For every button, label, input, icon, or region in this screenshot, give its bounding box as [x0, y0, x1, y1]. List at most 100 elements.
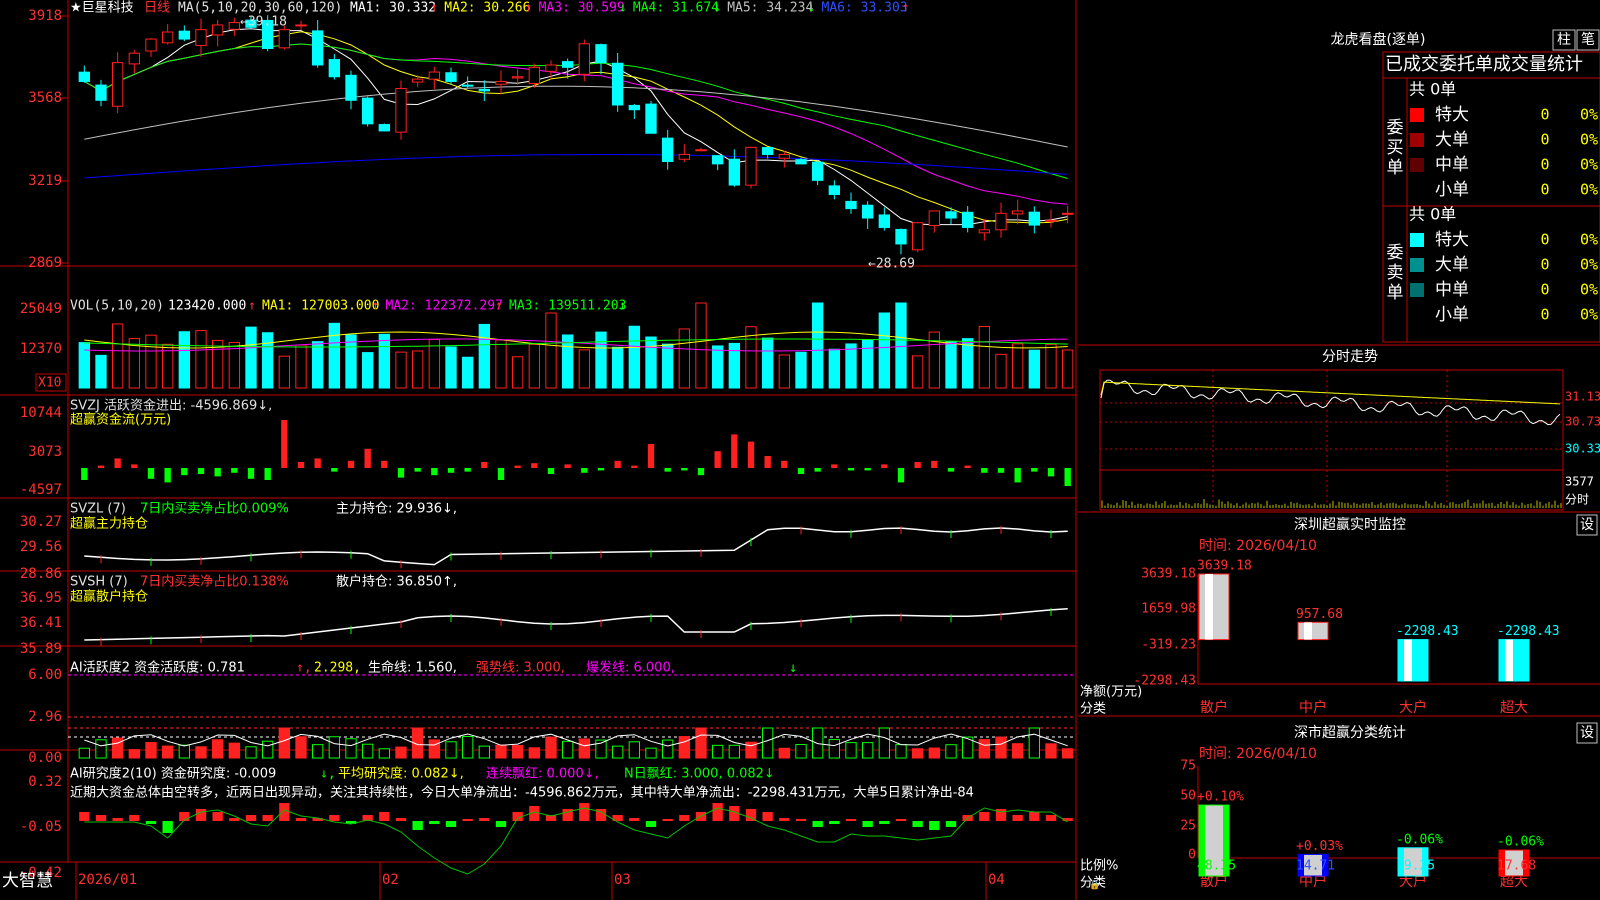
ma-line-4 — [84, 43, 1068, 179]
sell-row-pct: 0% — [1580, 281, 1598, 299]
classify-change-label: +0.10% — [1197, 790, 1244, 805]
active-bar — [828, 739, 841, 759]
vol-ma-arrow: ↓ — [619, 299, 627, 314]
flow-bar — [631, 465, 638, 468]
sell-row-pct: 0% — [1580, 306, 1598, 324]
candle — [362, 97, 374, 125]
monitor-bar[interactable] — [1297, 621, 1329, 641]
panel-settings-button[interactable]: 设 — [1580, 725, 1594, 741]
ma-header: MA(5,10,20,30,60,120) — [178, 1, 342, 16]
volume-bar — [945, 341, 957, 389]
sell-swatch-2 — [1410, 258, 1424, 272]
buy-total: 共 0单 — [1409, 80, 1456, 99]
research-bar — [79, 812, 90, 821]
active-bar — [128, 749, 141, 759]
volume-bar — [378, 333, 390, 389]
sell-row-count: 0 — [1540, 231, 1549, 249]
aiact-life: 生命线: 1.560, — [368, 660, 457, 676]
flow-bar — [97, 465, 105, 468]
aiact-ytick: 2.96 — [28, 709, 62, 725]
svzl-ytick: 28.86 — [20, 566, 62, 582]
volume-bar — [478, 323, 490, 389]
flow-bar — [314, 458, 321, 468]
svzj-header: SVZJ 活跃资金进出: -4596.869↓, — [70, 398, 272, 414]
volume-bar — [595, 331, 607, 389]
ai-active-chart[interactable]: 6.00 2.96 0.00 AI活跃度2 资金活跃度: 0.781 ↑, 2.298, 生… — [28, 660, 1076, 767]
candle — [562, 61, 574, 68]
candle — [1028, 211, 1040, 226]
ai-research-chart[interactable]: 0.32-0.05-0.42AI研究度2(10) 资金研究度: -0.009 ↓,… — [20, 766, 1073, 882]
aires-ytick: 0.32 — [28, 774, 62, 790]
volume-bar — [445, 346, 457, 389]
buy-row-pct: 0% — [1580, 156, 1598, 174]
active-bar — [445, 741, 457, 759]
svzl-title: SVZL (7) — [70, 502, 126, 517]
research-bar — [762, 812, 773, 821]
btn-column[interactable]: 柱 — [1557, 32, 1571, 48]
classify-change-label: +0.03% — [1296, 839, 1343, 854]
svsh-chart[interactable]: 36.95 36.41 35.89 SVSH (7) 7日内买卖净占比0.138% 散户… — [20, 574, 1068, 658]
sell-swatch-3 — [1410, 283, 1424, 297]
sell-row-count: 0 — [1540, 306, 1549, 324]
volume-bar — [145, 334, 157, 389]
candle — [1045, 219, 1057, 222]
flow-bar — [731, 434, 738, 468]
kline-chart[interactable]: 3918 3568 3219 2869 ←39.18 ←28.69 ★巨星科技 日线 MA(5,… — [28, 1, 1074, 272]
svzj-ytick: 3073 — [28, 444, 62, 460]
panel-ytick: 3639.18 — [1141, 567, 1196, 582]
ma-arrow: ↑ — [902, 1, 910, 16]
candle — [462, 84, 474, 87]
monitor-bar[interactable] — [1198, 573, 1230, 641]
intraday-title: 分时走势 — [1322, 349, 1378, 365]
research-bar — [679, 815, 690, 821]
active-bar — [578, 738, 591, 759]
aiact-strong: 强势线: 3.000, — [476, 660, 565, 676]
flow-bar — [581, 468, 588, 473]
candle — [978, 229, 991, 234]
monitor-bar[interactable] — [1498, 639, 1530, 682]
research-bar — [95, 815, 107, 821]
active-bar — [295, 736, 307, 759]
monitor-bar[interactable] — [1397, 639, 1429, 682]
sell-row-name: 大单 — [1435, 255, 1469, 275]
svsh-value: 散户持仓: 36.850↑, — [336, 574, 457, 590]
ma-line-6 — [84, 154, 1068, 179]
candle — [195, 29, 207, 46]
svsh-title: SVSH (7) — [70, 575, 128, 590]
svzj-chart[interactable]: 10744 3073 -4597 SVZJ 活跃资金进出: -4596.869↓,超赢… — [20, 398, 1071, 499]
panel-time: 时间: 2026/04/10 — [1199, 538, 1317, 554]
vol-header: VOL(5,10,20) — [70, 299, 164, 314]
ma-line-5 — [84, 85, 1068, 148]
research-line — [84, 807, 1068, 875]
aiact-signal-arrow: ↓ — [789, 660, 797, 676]
monitor-bar-shine — [1505, 639, 1513, 681]
volume-bar — [245, 326, 257, 389]
candle — [828, 185, 841, 195]
active-bar — [562, 740, 574, 759]
volume-bar — [112, 323, 124, 389]
research-bar — [212, 812, 223, 821]
panel-title: 深市超赢分类统计 — [1294, 724, 1406, 741]
candle — [795, 159, 807, 165]
active-bar — [1028, 727, 1040, 759]
volume-chart[interactable]: 2504912370X10VOL(5,10,20) 123420.000 ↑ MA1:… — [20, 299, 1074, 392]
candle — [645, 103, 657, 134]
longhu-header: 已成交委托单成交量统计 — [1385, 54, 1583, 75]
active-bar — [195, 746, 207, 759]
panel-ytick: 50 — [1180, 789, 1196, 804]
research-bar — [479, 818, 490, 821]
volume-bar — [912, 355, 924, 389]
sell-row-pct: 0% — [1580, 256, 1598, 274]
flow-bar — [281, 420, 288, 468]
volume-bar — [228, 341, 241, 389]
btn-tick[interactable]: 笔 — [1581, 32, 1595, 48]
sell-row-count: 0 — [1540, 281, 1549, 299]
research-bar — [129, 815, 140, 821]
active-bar — [278, 727, 290, 759]
active-bar — [1045, 743, 1057, 759]
sell-swatch-1 — [1410, 233, 1424, 247]
svzl-chart[interactable]: 30.27 29.56 28.86 SVZL (7) 7日内买卖净占比0.009% 主力… — [20, 501, 1068, 583]
intraday-tick-3: 30.33 — [1565, 442, 1600, 456]
period-label: 日线 — [144, 1, 170, 16]
panel-settings-button[interactable]: 设 — [1580, 517, 1594, 533]
